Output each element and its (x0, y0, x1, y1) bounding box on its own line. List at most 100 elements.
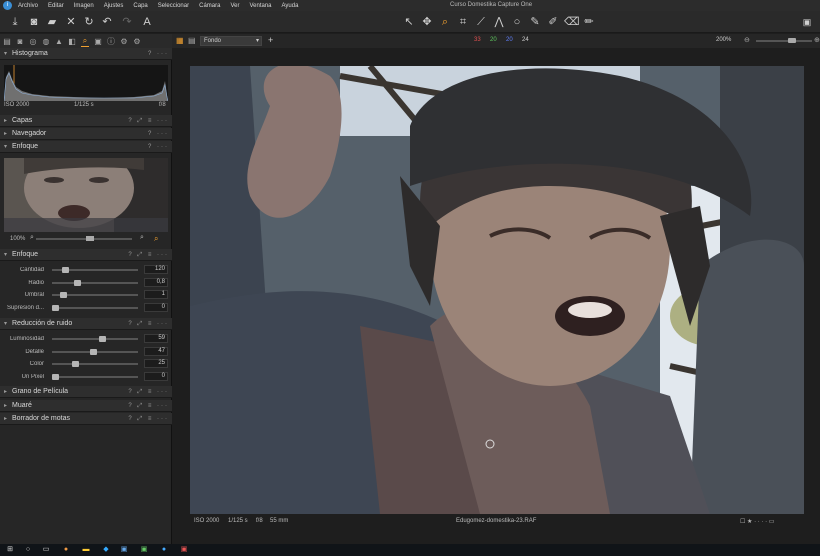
tab-batch-icon[interactable]: ⚙ (133, 37, 141, 46)
tab-details-icon[interactable]: ⌕ (81, 36, 89, 47)
straighten-icon[interactable]: ⟋ (474, 15, 488, 29)
section-actions-icon[interactable]: ? ⤢ ≡ ··· (128, 318, 169, 330)
sharpening-slider[interactable] (52, 267, 138, 273)
app-icon[interactable]: i (3, 1, 12, 10)
circle-icon[interactable]: ○ (510, 15, 524, 29)
noise-reduction-value-field[interactable]: 59 (144, 334, 168, 343)
menu-editar[interactable]: Editar (48, 3, 64, 9)
eraser-icon[interactable]: ⌫ (564, 15, 580, 29)
pan-icon[interactable]: ✥ (420, 15, 434, 29)
tab-metadata-icon[interactable]: ⓘ (107, 36, 115, 47)
zoom-out-icon[interactable]: ⌕ (30, 234, 34, 242)
search-icon[interactable]: ○ (24, 546, 32, 554)
tab-exposure-icon[interactable]: ▲ (55, 37, 63, 46)
windows-start-icon[interactable]: ⊞ (6, 546, 14, 554)
noise-reduction-slider[interactable] (52, 336, 138, 342)
list-view-icon[interactable]: ▤ (188, 36, 196, 45)
sharpening-slider-knob[interactable] (74, 279, 81, 286)
noise-reduction-slider[interactable] (52, 361, 138, 367)
app-icon-1[interactable]: ◆ (102, 546, 110, 554)
layers-header[interactable]: ▸ Capas ? ⤢ ≡ ··· (0, 115, 172, 127)
rating-stars-icon[interactable]: ☐ ★ · · · · ▭ (740, 518, 774, 525)
menu-imagen[interactable]: Imagen (74, 3, 94, 9)
menu-ayuda[interactable]: Ayuda (282, 3, 299, 9)
task-view-icon[interactable]: ▭ (42, 546, 50, 554)
section-actions-icon[interactable]: ? ⤢ ≡ ··· (128, 386, 169, 398)
noise-reduction-slider-knob[interactable] (99, 336, 106, 342)
text-tool-icon[interactable]: A (140, 15, 154, 29)
zoom-out-icon[interactable]: ⊖ (744, 36, 750, 44)
noise-reduction-value-field[interactable]: 47 (144, 346, 168, 356)
zoom-slider[interactable] (756, 38, 812, 43)
import-icon[interactable]: ⤓ (8, 15, 22, 29)
focus-zoom-knob[interactable] (86, 236, 94, 241)
noise-reduction-value-field[interactable]: 0 (144, 371, 168, 381)
menu-capa[interactable]: Capa (133, 3, 147, 9)
menu-seleccionar[interactable]: Seleccionar (158, 3, 189, 9)
sharpening-slider[interactable] (52, 279, 138, 286)
app-icon-4[interactable]: ▣ (180, 546, 188, 554)
zoom-in-icon[interactable]: ⌕ (140, 234, 144, 242)
grid-view-icon[interactable]: ▦ (176, 36, 184, 45)
menu-archivo[interactable]: Archivo (18, 3, 38, 9)
sharpening-slider[interactable] (52, 292, 138, 298)
sharpening-slider-knob[interactable] (60, 292, 67, 298)
sharpening-header[interactable]: ▾ Enfoque ? ⤢ ≡ ··· (0, 249, 172, 261)
app-icon-3[interactable]: ▣ (140, 546, 148, 554)
camera-icon[interactable]: ◙ (27, 15, 41, 29)
menu-ver[interactable]: Ver (230, 3, 239, 9)
image-viewer[interactable] (190, 66, 804, 514)
section-actions-icon[interactable]: ? ⤢ ≡ ··· (128, 413, 169, 425)
redo-icon[interactable]: ↷ (120, 15, 134, 29)
section-actions-icon[interactable]: ? ⤢ ≡ ··· (128, 249, 169, 261)
section-actions-icon[interactable]: ? ··· (148, 141, 169, 153)
menu-ventana[interactable]: Ventana (249, 3, 271, 9)
sharpening-value-field[interactable]: 120 (144, 265, 168, 274)
navigator-header[interactable]: ▸ Navegador ? ··· (0, 128, 172, 140)
spot-removal-header[interactable]: ▸ Borrador de motas ? ⤢ ≡ ··· (0, 413, 172, 425)
moire-header[interactable]: ▸ Muaré ? ⤢ ≡ ··· (0, 400, 172, 412)
noise-reduction-value-field[interactable]: 25 (144, 359, 168, 368)
focus-header[interactable]: ▾ Enfoque ? ··· (0, 141, 172, 153)
picker-icon[interactable]: ✎ (528, 15, 542, 29)
section-actions-icon[interactable]: ? ··· (148, 128, 169, 140)
tab-library-icon[interactable]: ▤ (3, 37, 11, 46)
zoom-in-icon[interactable]: ⊕ (814, 36, 820, 44)
noise-reduction-header[interactable]: ▾ Reducción de ruido ? ⤢ ≡ ··· (0, 318, 172, 330)
section-actions-icon[interactable]: ? ⤢ ≡ ··· (128, 400, 169, 412)
explorer-icon[interactable]: ▬ (82, 546, 90, 554)
noise-reduction-slider-knob[interactable] (72, 361, 79, 367)
brush-icon[interactable]: ✐ (546, 15, 560, 29)
sharpening-slider-knob[interactable] (62, 267, 69, 273)
fullscreen-icon[interactable]: ▣ (800, 15, 814, 29)
sharpening-slider[interactable] (52, 304, 138, 311)
tab-output-icon[interactable]: ⚙ (120, 37, 128, 46)
sharpening-value-field[interactable]: 0,8 (144, 277, 168, 287)
focus-picker-icon[interactable]: ⌕ (154, 234, 158, 244)
crop-icon[interactable]: ⌗ (456, 15, 470, 29)
tab-local-icon[interactable]: ▣ (94, 37, 102, 46)
capture-one-taskbar-icon[interactable]: ● (160, 546, 168, 554)
focus-zoom-slider[interactable] (36, 236, 132, 241)
variant-select[interactable]: Fondo ▾ (200, 36, 262, 46)
menu-camara[interactable]: Cámara (199, 3, 220, 9)
film-grain-header[interactable]: ▸ Grano de Película ? ⤢ ≡ ··· (0, 386, 172, 398)
menu-ajustes[interactable]: Ajustes (104, 3, 124, 9)
zoom-icon[interactable]: ⌕ (438, 15, 452, 29)
zoom-slider-knob[interactable] (788, 38, 796, 43)
noise-reduction-slider-knob[interactable] (90, 348, 97, 355)
select-icon[interactable]: ↖ (402, 15, 416, 29)
keystone-icon[interactable]: ⋀ (492, 15, 506, 29)
tab-color-icon[interactable]: ◍ (42, 37, 50, 46)
sharpening-value-field[interactable]: 1 (144, 290, 168, 299)
sharpening-slider-knob[interactable] (52, 304, 59, 311)
sharpening-value-field[interactable]: 0 (144, 302, 168, 312)
focus-preview[interactable] (4, 158, 168, 232)
tab-capture-icon[interactable]: ◙ (16, 37, 24, 46)
close-icon[interactable]: ✕ (64, 15, 78, 29)
undo-icon[interactable]: ↶ (100, 15, 114, 29)
noise-reduction-slider-knob[interactable] (52, 373, 59, 380)
add-icon[interactable]: + (268, 35, 273, 45)
annotate-icon[interactable]: ✏ (582, 15, 596, 29)
app-icon-2[interactable]: ▣ (120, 546, 128, 554)
